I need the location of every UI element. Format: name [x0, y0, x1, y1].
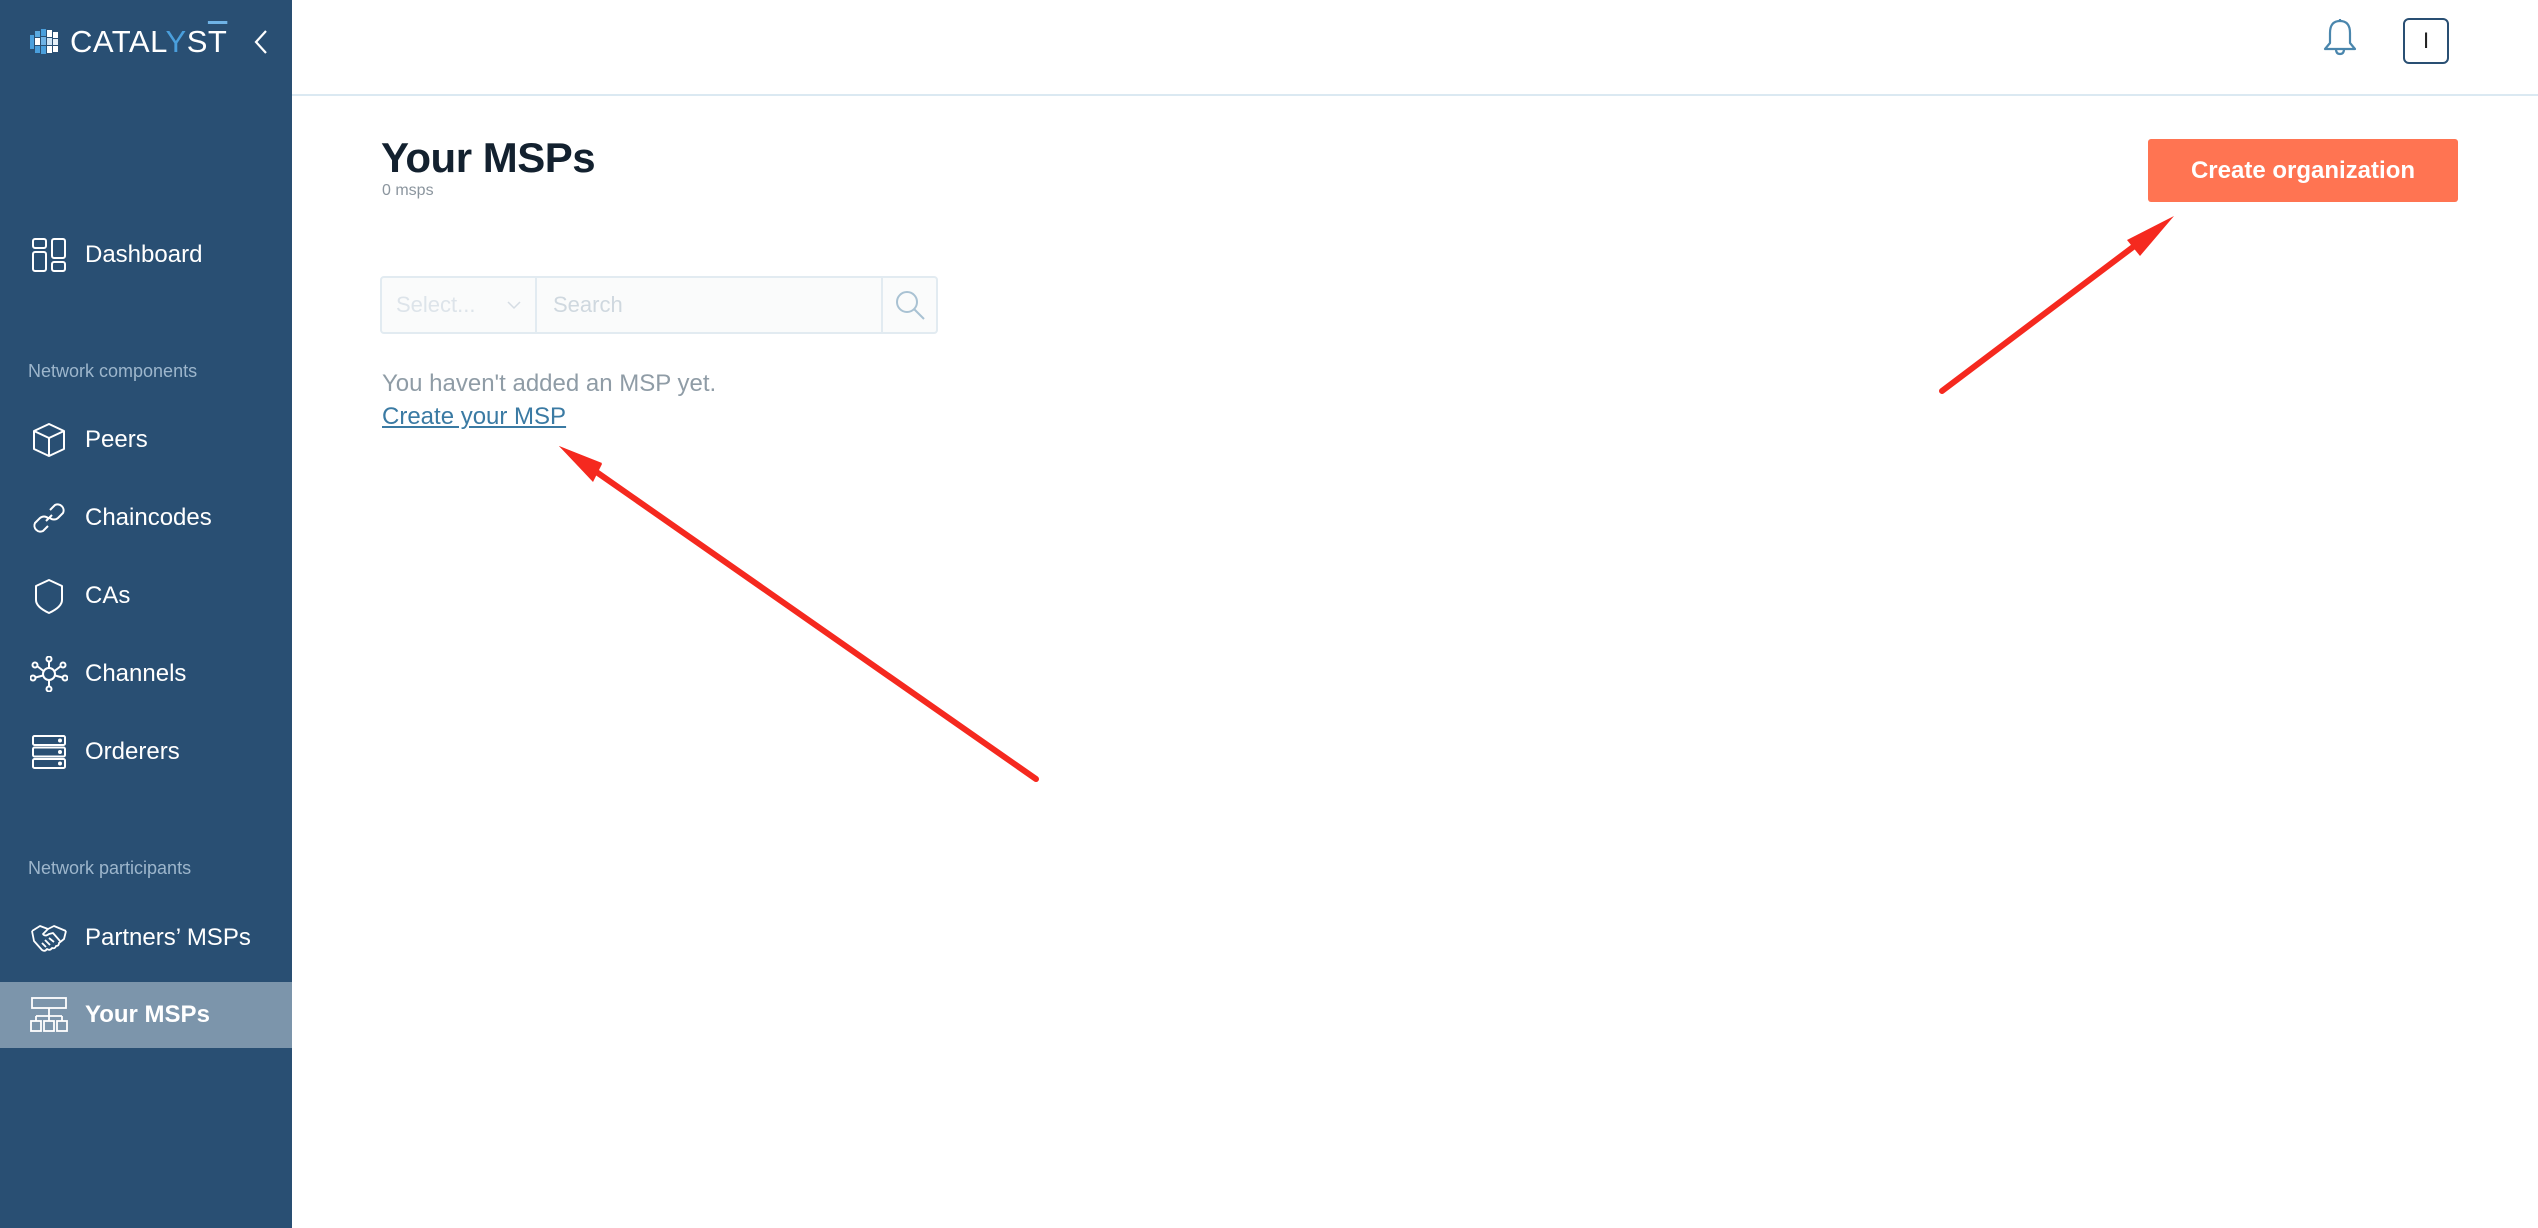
chevron-left-icon [254, 30, 267, 54]
page-title: Your MSPs [381, 134, 596, 181]
sidebar-item-label: Dashboard [85, 241, 203, 268]
section-label-participants: Network participants [28, 858, 192, 878]
chevron-down-icon [507, 301, 521, 310]
bell-icon [2323, 19, 2357, 56]
sidebar-item-partners-msps[interactable]: Partners’ MSPs [0, 905, 292, 971]
sidebar-item-peers[interactable]: Peers [0, 407, 292, 473]
server-stack-icon [30, 733, 68, 771]
dashboard-icon [30, 236, 68, 274]
logo[interactable]: CATALYST [30, 22, 227, 62]
sidebar-item-your-msps[interactable]: Your MSPs [0, 982, 292, 1048]
sidebar-item-channels[interactable]: Channels [0, 641, 292, 707]
sidebar-item-label: Chaincodes [85, 504, 212, 531]
create-organization-button[interactable]: Create organization [2148, 139, 2458, 202]
shield-icon [30, 577, 68, 615]
annotation-arrow-to-create-organization [1939, 216, 2174, 394]
create-your-msp-link[interactable]: Create your MSP [382, 403, 566, 431]
sidebar-item-orderers[interactable]: Orderers [0, 719, 292, 785]
collapse-sidebar-button[interactable] [248, 26, 274, 58]
sidebar-item-dashboard[interactable]: Dashboard [0, 222, 292, 288]
handshake-icon [30, 919, 68, 957]
notifications-button[interactable] [2322, 18, 2358, 58]
brand-name: CATALYST [70, 24, 228, 59]
section-label-components: Network components [28, 361, 198, 381]
sidebar-item-label: Partners’ MSPs [85, 924, 251, 951]
top-bar [292, 0, 2538, 96]
filter-select[interactable]: Select... [382, 278, 537, 332]
sidebar-item-label: CAs [85, 582, 131, 609]
hierarchy-icon [30, 996, 68, 1034]
filter-bar: Select... [380, 276, 938, 334]
sidebar-item-label: Channels [85, 660, 187, 687]
cube-icon [30, 421, 68, 459]
sidebar: CATALYST Dashboard Network components Pe… [0, 0, 292, 1228]
msp-count: 0 msps [382, 182, 434, 199]
search-input[interactable] [537, 278, 883, 332]
sidebar-item-cas[interactable]: CAs [0, 563, 292, 629]
annotation-arrow-to-create-msp-link [559, 446, 1039, 782]
network-icon [30, 655, 68, 693]
catalyst-logo-icon [30, 29, 58, 54]
sidebar-item-chaincodes[interactable]: Chaincodes [0, 485, 292, 551]
sidebar-item-label: Peers [85, 426, 148, 453]
select-placeholder: Select... [396, 292, 476, 317]
sidebar-item-label: Orderers [85, 738, 180, 765]
sidebar-item-label: Your MSPs [85, 1001, 210, 1028]
empty-state-message: You haven't added an MSP yet. [382, 370, 717, 397]
link-icon [30, 499, 68, 537]
search-icon [895, 291, 925, 320]
search-button[interactable] [883, 278, 936, 332]
user-avatar[interactable]: I [2403, 18, 2449, 64]
